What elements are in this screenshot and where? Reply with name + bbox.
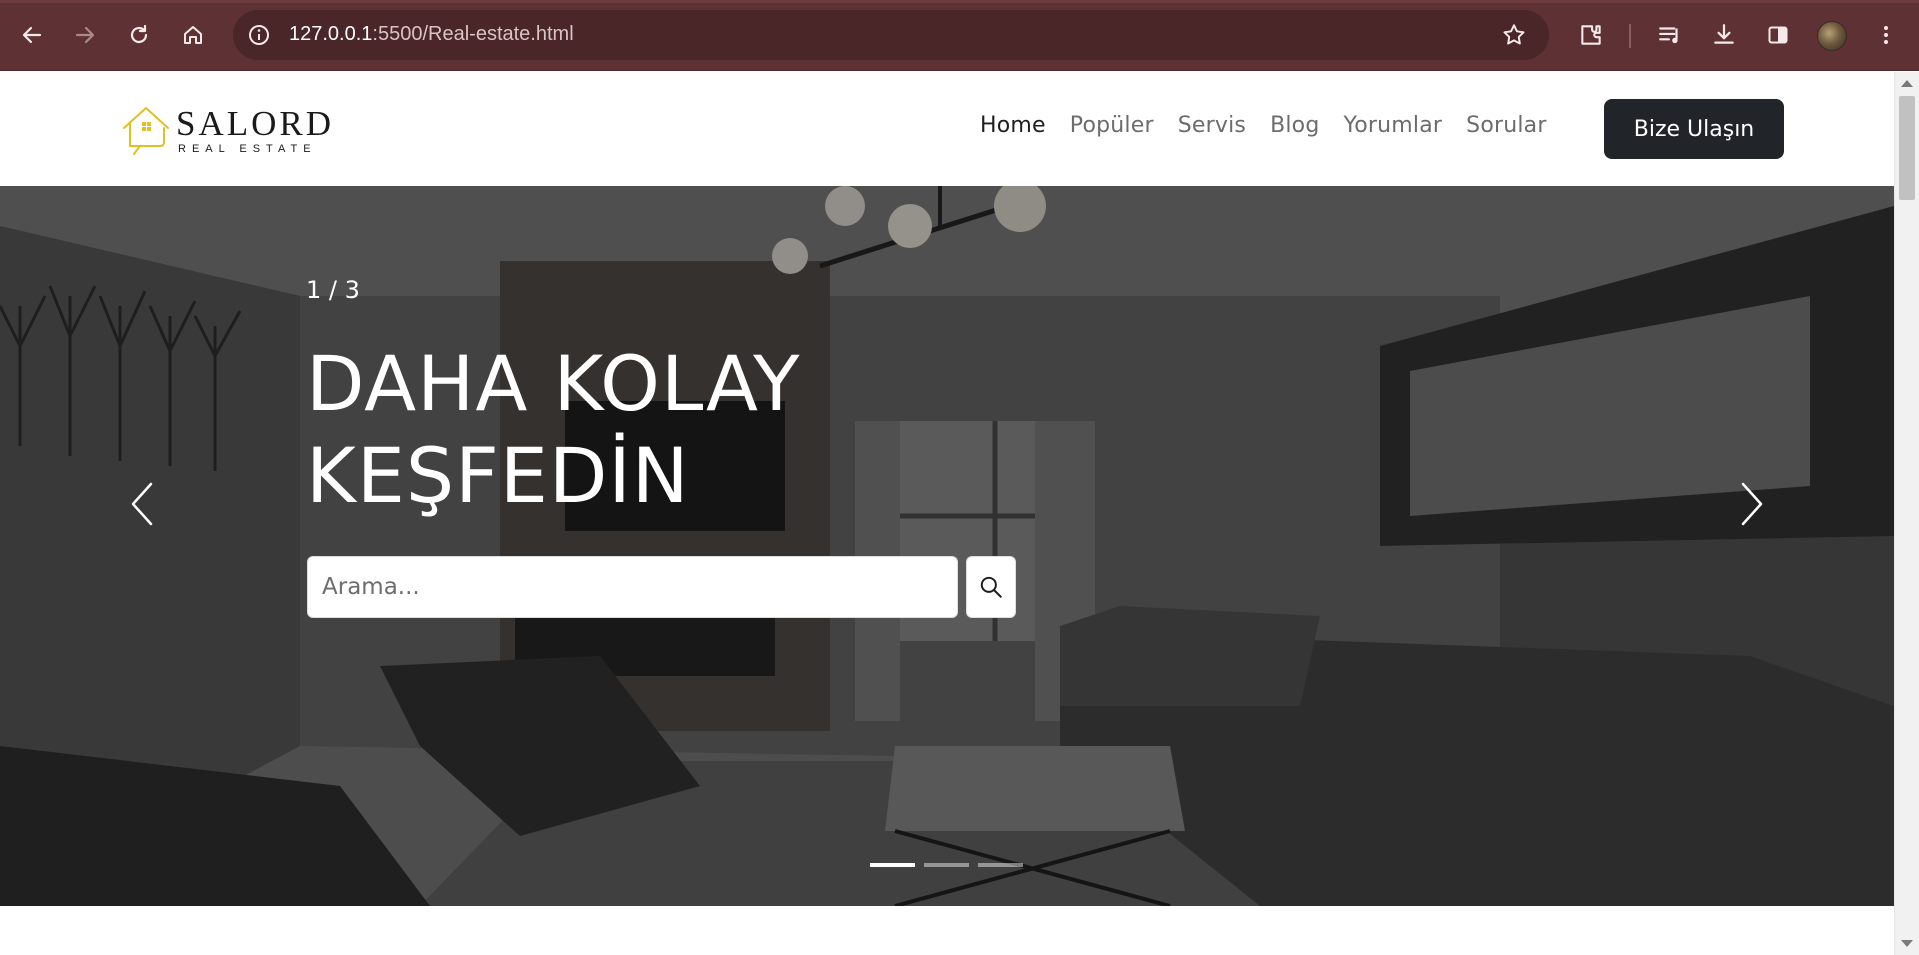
carousel-indicators [870,863,1032,867]
nav-yorumlar[interactable]: Yorumlar [1344,113,1443,138]
forward-icon[interactable] [67,17,103,53]
scroll-up-arrow-icon[interactable] [1901,80,1913,87]
search-icon [980,576,1002,598]
url-path: :5500/Real-estate.html [372,23,574,45]
profile-avatar[interactable] [1817,21,1847,51]
carousel-indicator-2[interactable] [924,863,969,867]
side-panel-icon[interactable] [1760,17,1796,53]
main-nav: Home Popüler Servis Blog Yorumlar Sorula… [980,113,1571,138]
nav-home[interactable]: Home [980,113,1046,138]
page-scrollbar[interactable] [1894,72,1919,955]
url-host: 127.0.0.1 [289,23,373,45]
hero-title-line-2: KEŞFEDİN [306,431,690,520]
search-button[interactable] [966,556,1016,618]
site-navbar: SALORD REAL ESTATE Home Popüler Servis B… [0,72,1894,186]
carousel-next-button[interactable] [1722,474,1782,534]
site-logo[interactable]: SALORD REAL ESTATE [120,102,331,162]
browser-toolbar: 127.0.0.1:5500/Real-estate.html [0,0,1919,71]
nav-sorular[interactable]: Sorular [1466,113,1546,138]
home-icon[interactable] [175,17,211,53]
hero-carousel: 1 / 3 DAHA KOLAY KEŞFEDİN [0,186,1894,906]
hero-dark-overlay [0,186,1894,906]
address-bar[interactable]: 127.0.0.1:5500/Real-estate.html [233,10,1549,60]
hero-title: DAHA KOLAY KEŞFEDİN [306,338,801,522]
site-info-icon[interactable] [247,23,271,47]
nav-servis[interactable]: Servis [1178,113,1246,138]
carousel-indicator-1[interactable] [870,863,915,867]
url-text: 127.0.0.1:5500/Real-estate.html [289,23,574,46]
hero-title-line-1: DAHA KOLAY [306,339,801,428]
chevron-right-icon [1741,482,1763,526]
contact-button[interactable]: Bize Ulaşın [1604,99,1784,159]
tab-strip-edge [0,0,1919,3]
reload-icon[interactable] [121,17,157,53]
chevron-left-icon [131,482,153,526]
toolbar-divider [1629,24,1631,48]
back-icon[interactable] [14,17,50,53]
search-input[interactable] [307,556,958,618]
logo-tagline: REAL ESTATE [178,143,317,155]
download-icon[interactable] [1706,17,1742,53]
scrollbar-thumb[interactable] [1899,96,1915,200]
extensions-icon[interactable] [1573,17,1609,53]
page-viewport: SALORD REAL ESTATE Home Popüler Servis B… [0,72,1894,955]
logo-brand-text: SALORD [176,104,335,143]
slide-counter: 1 / 3 [306,276,360,304]
carousel-prev-button[interactable] [112,474,172,534]
scroll-down-arrow-icon[interactable] [1901,940,1913,947]
nav-blog[interactable]: Blog [1270,113,1319,138]
house-logo-icon [123,107,169,155]
menu-dots-icon[interactable] [1868,17,1904,53]
media-queue-icon[interactable] [1652,17,1688,53]
nav-populer[interactable]: Popüler [1070,113,1154,138]
carousel-indicator-3[interactable] [978,863,1023,867]
bookmark-star-icon[interactable] [1501,22,1527,48]
